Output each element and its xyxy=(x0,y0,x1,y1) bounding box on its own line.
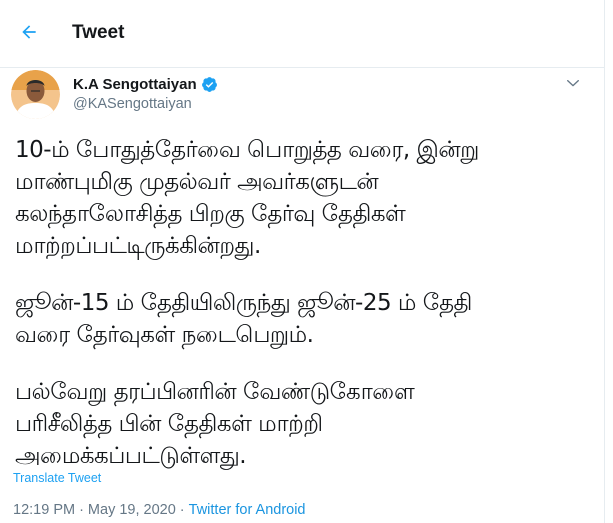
tweet-time[interactable]: 12:19 PM xyxy=(13,502,75,518)
tweet-meta: 12:19 PM · May 19, 2020 · Twitter for Androi… xyxy=(13,502,306,518)
tweet-date[interactable]: May 19, 2020 xyxy=(88,502,176,518)
more-options-button[interactable] xyxy=(562,72,584,94)
tweet-paragraph: ஜூன்-15 ம் தேதியிலிருந்து ஜூன்-25 ம் தேத… xyxy=(15,290,472,348)
chevron-down-icon xyxy=(567,80,579,87)
author-name-row: K.A Sengottaiyan xyxy=(73,76,218,93)
header-bar: Tweet xyxy=(0,0,604,68)
author-handle[interactable]: @KASengottaiyan xyxy=(73,96,192,112)
tweet-paragraph: 10-ம் போதுத்தேர்வை பொறுத்த வரை, இன்று மா… xyxy=(15,137,479,259)
back-button[interactable] xyxy=(14,17,44,47)
arrow-left-icon xyxy=(22,25,36,39)
author-display-name[interactable]: K.A Sengottaiyan xyxy=(73,76,197,93)
tweet-paragraph: பல்வேறு தரப்பினரின் வேண்டுகோளை பரிசீலித்… xyxy=(15,379,415,469)
translate-tweet-link[interactable]: Translate Tweet xyxy=(13,471,101,485)
tweet-text: 10-ம் போதுத்தேர்வை பொறுத்த வரை, இன்று மா… xyxy=(15,134,595,497)
tweet-source-link[interactable]: Twitter for Android xyxy=(189,502,306,518)
verified-badge-icon xyxy=(201,77,217,92)
separator: · xyxy=(179,502,185,518)
separator: · xyxy=(79,502,84,518)
avatar[interactable] xyxy=(11,70,60,119)
tweet-detail-view: Tweet K.A Sengottaiyan @KASengottaiyan 1… xyxy=(0,0,605,523)
page-title: Tweet xyxy=(72,22,125,43)
